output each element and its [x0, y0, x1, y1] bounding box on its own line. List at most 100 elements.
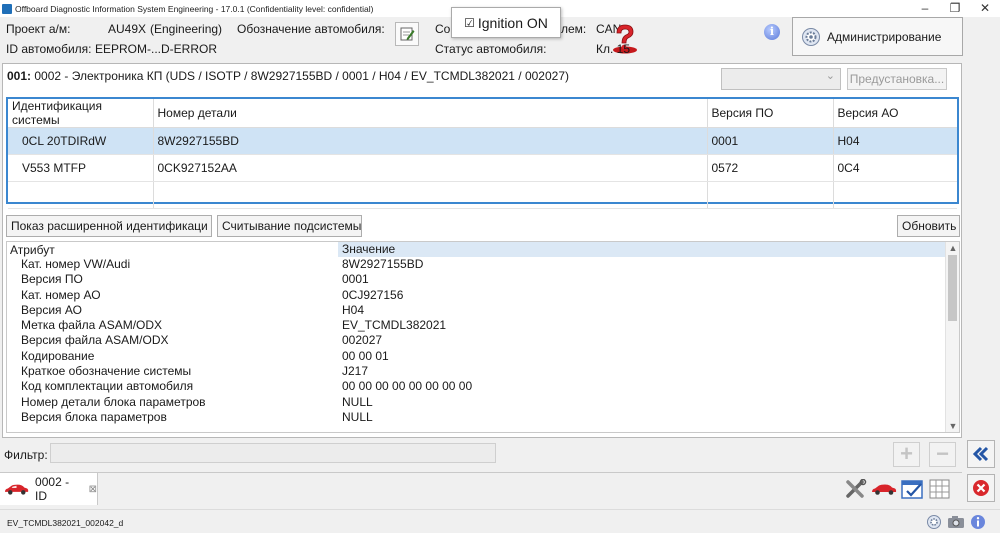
- attribute-list: Атрибут Значение Кат. номер VW/Audi 8W292…: [6, 241, 960, 433]
- attribute-name: Краткое обозначение системы: [21, 364, 192, 379]
- double-chevron-left-icon: [972, 446, 989, 462]
- attribute-name: Версия файла ASAM/ODX: [21, 333, 169, 348]
- column-header[interactable]: Версия АО: [833, 99, 957, 128]
- attribute-value: NULL: [342, 394, 373, 409]
- scroll-up-icon[interactable]: ▲: [946, 242, 959, 254]
- read-subsystem-button[interactable]: Считывание подсистемы: [217, 215, 362, 237]
- car-icon: [4, 484, 29, 495]
- vehicle-designation-label: Обозначение автомобиля:: [237, 22, 385, 36]
- table-row[interactable]: 0CL 20TDIRdW 8W2927155BD 0001 H04: [8, 127, 957, 155]
- list-item[interactable]: Краткое обозначение системы J217: [7, 364, 947, 379]
- exit-button[interactable]: [967, 474, 995, 502]
- control-unit-line: 001: 0002 - Электроника КП (UDS / ISOTP …: [7, 69, 569, 83]
- attribute-value: 8W2927155BD: [342, 257, 424, 271]
- list-item[interactable]: Номер детали блока параметров NULL: [7, 395, 947, 410]
- table-cell: 0001: [707, 127, 834, 155]
- attribute-name: Версия блока параметров: [21, 409, 167, 424]
- attribute-value: 0001: [342, 272, 369, 287]
- table-cell: [8, 181, 154, 209]
- table-cell: [153, 181, 708, 209]
- table-row[interactable]: V553 MTFP 0CK927152AA 0572 0C4: [8, 154, 957, 182]
- minimize-button[interactable]: –: [910, 0, 940, 17]
- list-item[interactable]: Версия блока параметров NULL: [7, 410, 947, 425]
- attribute-value: 00 00 01: [342, 348, 389, 363]
- administration-button[interactable]: Администрирование: [792, 17, 963, 56]
- filter-label: Фильтр:: [4, 448, 48, 462]
- ignition-popup[interactable]: ☑ Ignition ON: [451, 7, 561, 38]
- checklist-icon[interactable]: [901, 478, 925, 500]
- info-icon[interactable]: i: [764, 24, 780, 40]
- preset-select[interactable]: [721, 68, 841, 90]
- gear-icon[interactable]: [926, 514, 942, 530]
- table-cell: [833, 181, 957, 209]
- info-icon[interactable]: [970, 514, 986, 530]
- vehicle-id-label: ID автомобиля:: [6, 42, 92, 56]
- list-item[interactable]: Код комплектации автомобиля 00 00 00 00 0…: [7, 379, 947, 394]
- status-bar: EV_TCMDL382021_002042_d: [0, 509, 1000, 533]
- table-row[interactable]: [8, 181, 957, 209]
- extended-identification-button[interactable]: Показ расширенной идентификаци: [6, 215, 212, 237]
- collapse-panel-button[interactable]: [967, 440, 995, 468]
- table-cell: 0C4: [833, 154, 957, 182]
- column-header[interactable]: Идентификация системы: [8, 99, 154, 128]
- edit-designation-button[interactable]: [395, 22, 419, 46]
- close-circle-icon: [973, 480, 989, 496]
- comm-label-start: Со: [435, 22, 451, 36]
- refresh-button[interactable]: Обновить: [897, 215, 960, 237]
- vehicle-id-value: EEPROM-...D-ERROR: [95, 42, 218, 56]
- attribute-value: H04: [342, 302, 365, 317]
- comm-label-end: лем:: [561, 22, 587, 36]
- list-item[interactable]: Кодирование 00 00 01: [7, 349, 947, 364]
- camera-icon[interactable]: [947, 515, 965, 529]
- attribute-name: Кат. номер АО: [21, 287, 101, 302]
- attribute-value: EV_TCMDL382021: [342, 318, 447, 333]
- gear-icon: [802, 27, 820, 46]
- control-unit-description: 0002 - Электроника КП (UDS / ISOTP / 8W2…: [34, 69, 569, 83]
- grid-table-icon[interactable]: [929, 479, 951, 499]
- ignition-checkbox[interactable]: ☑: [464, 16, 475, 30]
- column-header[interactable]: Версия ПО: [707, 99, 834, 128]
- tab-0002-id[interactable]: 0002 - ID ⊠: [0, 473, 98, 505]
- project-code: AU49X: [108, 22, 147, 36]
- tab-close-icon[interactable]: ⊠: [89, 484, 97, 495]
- attribute-name: Код комплектации автомобиля: [21, 379, 194, 394]
- identification-header-row: Идентификация системы Номер детали Верси…: [8, 99, 957, 128]
- remove-filter-button[interactable]: −: [929, 442, 956, 467]
- attribute-value: NULL: [342, 409, 373, 424]
- list-item[interactable]: Версия АО H04: [7, 303, 947, 318]
- app-icon: [2, 3, 12, 14]
- tab-bar: 0002 - ID ⊠: [0, 472, 962, 505]
- filter-input[interactable]: [50, 443, 496, 463]
- list-item[interactable]: Метка файла ASAM/ODX EV_TCMDL382021: [7, 318, 947, 333]
- attribute-value: J217: [342, 364, 369, 379]
- control-unit-number: 001:: [7, 69, 32, 83]
- vehicle-header: Проект а/м: AU49X (Engineering) Обозначе…: [0, 7, 1000, 62]
- scroll-down-icon[interactable]: ▼: [946, 420, 959, 432]
- add-filter-button[interactable]: +: [893, 442, 920, 467]
- list-item[interactable]: Версия файла ASAM/ODX 002027: [7, 333, 947, 348]
- attribute-header: Атрибут Значение: [7, 242, 947, 257]
- attribute-scrollbar[interactable]: ▲ ▼: [945, 242, 959, 432]
- list-item[interactable]: Версия ПО 0001: [7, 272, 947, 287]
- column-header[interactable]: Номер детали: [153, 99, 708, 128]
- car-icon[interactable]: [871, 482, 897, 496]
- edit-note-icon: [400, 27, 415, 41]
- window-controls: – ❐ ✕: [910, 0, 1000, 17]
- attribute-column-header[interactable]: Атрибут: [10, 243, 55, 257]
- table-cell: [707, 181, 834, 209]
- attribute-name: Версия АО: [21, 302, 82, 317]
- wrench-screwdriver-icon[interactable]: [845, 479, 867, 499]
- close-window-button[interactable]: ✕: [970, 0, 1000, 17]
- list-item[interactable]: Кат. номер АО 0CJ927156: [7, 288, 947, 303]
- list-item[interactable]: Кат. номер VW/Audi 8W2927155BD: [7, 257, 947, 272]
- table-cell: V553 MTFP: [8, 154, 154, 182]
- main-panel: 001: 0002 - Электроника КП (UDS / ISOTP …: [2, 63, 962, 438]
- window-title: Offboard Diagnostic Information System E…: [15, 3, 374, 14]
- attribute-value: 002027: [342, 333, 383, 348]
- preset-button[interactable]: Предустановка...: [847, 68, 947, 90]
- restore-button[interactable]: ❐: [940, 0, 970, 17]
- vehicle-status-value: Кл. 15: [596, 42, 631, 56]
- scroll-thumb[interactable]: [948, 255, 957, 321]
- value-column-header[interactable]: Значение: [338, 242, 947, 257]
- table-cell: 0572: [707, 154, 834, 182]
